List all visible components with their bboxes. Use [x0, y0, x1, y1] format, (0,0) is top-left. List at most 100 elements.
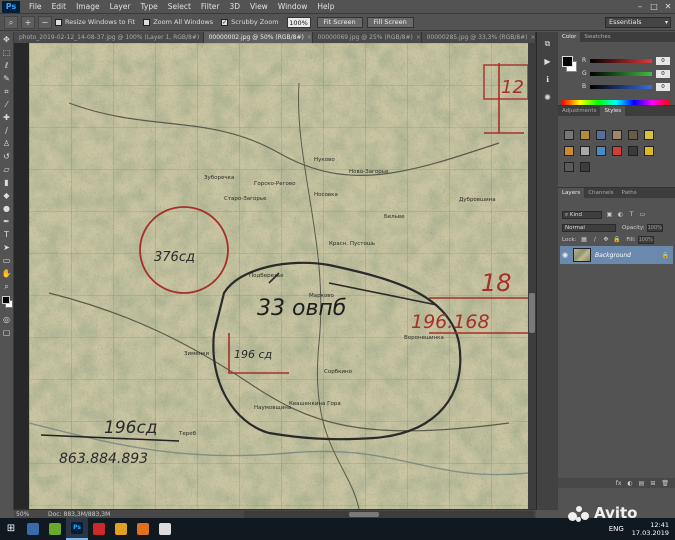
- lasso-tool-icon[interactable]: ℓ: [1, 60, 12, 71]
- menu-item-select[interactable]: Select: [163, 2, 196, 11]
- history-panel-icon[interactable]: ⧉: [541, 38, 555, 50]
- style-swatch[interactable]: [612, 146, 622, 156]
- style-swatch[interactable]: [564, 162, 574, 172]
- eye-icon[interactable]: ◉: [560, 251, 570, 259]
- tab-paths[interactable]: Paths: [618, 188, 641, 198]
- tab-document-2[interactable]: 00000002.jpg @ 50% (RGB/8#) ×: [203, 32, 313, 43]
- blend-mode-select[interactable]: Normal: [562, 223, 616, 232]
- scroll-thumb[interactable]: [349, 512, 379, 517]
- lock-move-icon[interactable]: ✥: [602, 236, 609, 243]
- crop-tool-icon[interactable]: ⌗: [1, 86, 12, 97]
- taskbar-app[interactable]: [44, 518, 66, 540]
- menu-item-layer[interactable]: Layer: [105, 2, 136, 11]
- move-tool-icon[interactable]: ✥: [1, 34, 12, 45]
- path-select-tool-icon[interactable]: ➤: [1, 242, 12, 253]
- marquee-tool-icon[interactable]: ⬚: [1, 47, 12, 58]
- taskbar-app[interactable]: [132, 518, 154, 540]
- style-swatch[interactable]: [644, 130, 654, 140]
- eraser-tool-icon[interactable]: ▱: [1, 164, 12, 175]
- slider-value[interactable]: 0: [656, 56, 670, 65]
- menu-item-file[interactable]: File: [24, 2, 47, 11]
- shape-tool-icon[interactable]: ▭: [1, 255, 12, 266]
- style-swatch[interactable]: [580, 146, 590, 156]
- hand-tool-icon[interactable]: ✋: [1, 268, 12, 279]
- close-icon[interactable]: ×: [531, 34, 535, 41]
- eyedropper-tool-icon[interactable]: ⁄: [1, 99, 12, 110]
- slider-b[interactable]: B 0: [582, 82, 672, 91]
- pen-tool-icon[interactable]: ✒: [1, 216, 12, 227]
- adjustment-layer-button[interactable]: ◐: [627, 480, 632, 487]
- lock-icon[interactable]: 🔒: [662, 252, 669, 259]
- menu-item-help[interactable]: Help: [312, 2, 339, 11]
- language-indicator[interactable]: ENG: [609, 525, 624, 533]
- type-filter-icon[interactable]: T: [628, 211, 635, 218]
- color-swatches[interactable]: [0, 296, 14, 312]
- close-button[interactable]: ✕: [661, 1, 675, 13]
- blur-tool-icon[interactable]: ◆: [1, 190, 12, 201]
- brush-tool-icon[interactable]: ∕: [1, 125, 12, 136]
- quick-mask-icon[interactable]: ◎: [1, 314, 12, 325]
- lock-pixels-icon[interactable]: ▦: [580, 236, 587, 243]
- fit-screen-button[interactable]: Fit Screen: [316, 16, 363, 28]
- maximize-button[interactable]: □: [647, 1, 661, 13]
- slider-value[interactable]: 0: [656, 82, 670, 91]
- zoom-value-field[interactable]: 100%: [286, 16, 311, 28]
- layer-style-button[interactable]: fx: [616, 480, 622, 487]
- workspace-select[interactable]: Essentials ▾: [605, 16, 671, 28]
- taskbar-app[interactable]: [22, 518, 44, 540]
- style-swatch[interactable]: [564, 146, 574, 156]
- history-brush-tool-icon[interactable]: ↺: [1, 151, 12, 162]
- tab-channels[interactable]: Channels: [584, 188, 617, 198]
- menu-item-image[interactable]: Image: [71, 2, 105, 11]
- menu-item-window[interactable]: Window: [273, 2, 313, 11]
- tab-layers[interactable]: Layers: [558, 188, 585, 198]
- info-panel-icon[interactable]: ℹ: [541, 74, 555, 86]
- lock-brush-icon[interactable]: ∕: [591, 236, 598, 243]
- gradient-tool-icon[interactable]: ▮: [1, 177, 12, 188]
- close-icon[interactable]: ×: [307, 34, 312, 41]
- shape-filter-icon[interactable]: ▭: [639, 211, 646, 218]
- style-swatch[interactable]: [564, 130, 574, 140]
- vertical-scrollbar[interactable]: [528, 43, 536, 509]
- scrubby-zoom-checkbox[interactable]: ✓ Scrubby Zoom: [221, 18, 279, 26]
- slider-r[interactable]: R 0: [582, 56, 672, 65]
- foreground-color-swatch[interactable]: [562, 56, 573, 67]
- style-swatch[interactable]: [612, 130, 622, 140]
- windows-start-icon[interactable]: ⊞: [0, 518, 22, 540]
- taskbar-app[interactable]: [88, 518, 110, 540]
- stamp-tool-icon[interactable]: ♙: [1, 138, 12, 149]
- trash-icon[interactable]: 🗑: [661, 480, 669, 487]
- new-layer-button[interactable]: ⊞: [650, 480, 655, 487]
- scroll-thumb[interactable]: [529, 293, 535, 333]
- kind-filter-select[interactable]: ⌕ Kind: [562, 210, 602, 219]
- resize-windows-checkbox[interactable]: Resize Windows to Fit: [55, 18, 135, 26]
- slider-track[interactable]: [590, 84, 652, 89]
- color-spectrum[interactable]: [562, 100, 670, 105]
- slider-track[interactable]: [590, 58, 652, 63]
- dodge-tool-icon[interactable]: ●: [1, 203, 12, 214]
- menu-item-edit[interactable]: Edit: [47, 2, 72, 11]
- style-swatch[interactable]: [644, 146, 654, 156]
- adjust-filter-icon[interactable]: ◐: [617, 211, 624, 218]
- minimize-button[interactable]: –: [633, 1, 647, 13]
- style-swatch[interactable]: [580, 162, 590, 172]
- foreground-color-swatch[interactable]: [2, 296, 10, 304]
- map-image[interactable]: Зуборечка Горско-Регово Старо-Загорье Ну…: [29, 43, 528, 509]
- slider-track[interactable]: [590, 71, 652, 76]
- canvas-area[interactable]: Зуборечка Горско-Регово Старо-Загорье Ну…: [14, 43, 528, 509]
- taskbar-app[interactable]: Ps: [66, 518, 88, 540]
- style-swatch[interactable]: [628, 146, 638, 156]
- taskbar-app[interactable]: [154, 518, 176, 540]
- tab-document-4[interactable]: 00000285.jpg @ 33,3% (RGB/8#) ×: [421, 32, 536, 43]
- horizontal-scrollbar[interactable]: [244, 511, 534, 518]
- properties-panel-icon[interactable]: ▶: [541, 56, 555, 68]
- tab-adjustments[interactable]: Adjustments: [558, 106, 600, 116]
- image-filter-icon[interactable]: ▣: [606, 211, 613, 218]
- tab-styles[interactable]: Styles: [600, 106, 626, 116]
- slider-value[interactable]: 0: [656, 69, 670, 78]
- zoom-all-checkbox[interactable]: Zoom All Windows: [143, 18, 213, 26]
- zoom-out-icon[interactable]: −: [38, 15, 52, 29]
- lock-all-icon[interactable]: 🔒: [613, 236, 620, 243]
- close-icon[interactable]: ×: [416, 34, 421, 41]
- style-swatch[interactable]: [628, 130, 638, 140]
